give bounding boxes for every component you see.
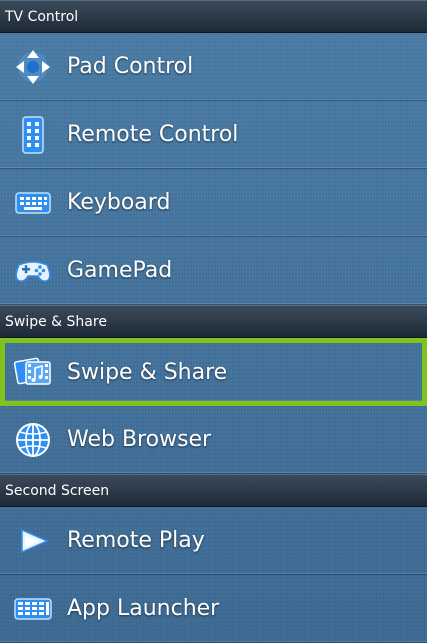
menu-item-label: Web Browser — [67, 427, 212, 452]
menu-item-remote-control[interactable]: Remote Control — [0, 101, 427, 169]
menu-item-label: Pad Control — [67, 54, 194, 79]
menu-item-keyboard[interactable]: Keyboard — [0, 169, 427, 237]
menu-item-label: Remote Play — [67, 528, 205, 553]
section-header-label: Swipe & Share — [5, 313, 107, 330]
remote-play-icon — [12, 520, 54, 562]
menu-item-label: Swipe & Share — [67, 359, 228, 385]
app-launcher-icon — [12, 588, 54, 630]
menu-item-pad-control[interactable]: Pad Control — [0, 33, 427, 101]
menu-item-label: App Launcher — [67, 596, 220, 621]
menu-item-web-browser[interactable]: Web Browser — [0, 406, 427, 474]
section-header-tv-control: TV Control — [0, 0, 427, 33]
menu-item-app-launcher[interactable]: App Launcher — [0, 575, 427, 643]
gamepad-icon — [12, 250, 54, 292]
keyboard-icon — [12, 182, 54, 224]
section-header-swipe-share: Swipe & Share — [0, 305, 427, 338]
section-header-second-screen: Second Screen — [0, 474, 427, 507]
menu-item-label: GamePad — [67, 258, 173, 283]
app-menu: TV Control Pad Control Remote Control Ke… — [0, 0, 427, 643]
globe-icon — [12, 419, 54, 461]
menu-item-gamepad[interactable]: GamePad — [0, 237, 427, 305]
menu-item-label: Remote Control — [67, 122, 239, 147]
menu-item-swipe-share[interactable]: Swipe & Share — [0, 338, 427, 406]
remote-control-icon — [12, 114, 54, 156]
pad-control-icon — [12, 46, 54, 88]
section-header-label: TV Control — [5, 8, 79, 25]
section-header-label: Second Screen — [5, 482, 110, 499]
menu-item-remote-play[interactable]: Remote Play — [0, 507, 427, 575]
menu-item-label: Keyboard — [67, 190, 171, 215]
swipe-share-icon — [12, 351, 54, 393]
